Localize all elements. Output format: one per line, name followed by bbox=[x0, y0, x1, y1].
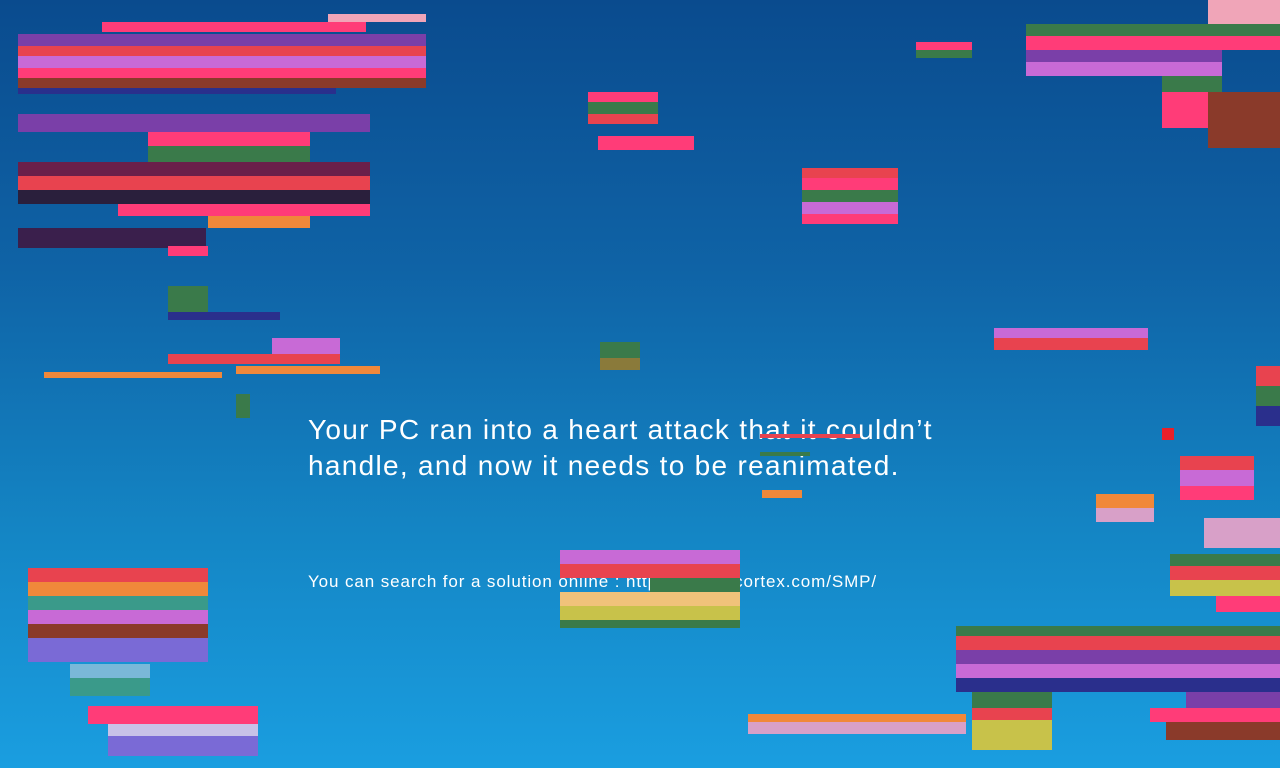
glitch-artifact-headline bbox=[660, 430, 900, 504]
glitch-artifact-top-right bbox=[1026, 0, 1280, 148]
glitch-artifact-right-mid bbox=[994, 328, 1148, 350]
glitch-artifact-center-small bbox=[600, 330, 640, 370]
glitch-artifact-bottom-left-lower bbox=[48, 664, 258, 756]
glitch-artifact-left-mid bbox=[168, 246, 380, 374]
glitch-artifact-center-top bbox=[588, 92, 694, 150]
glitch-artifact-bottom-right bbox=[956, 626, 1280, 750]
glitch-artifact-right-tiny bbox=[1096, 494, 1154, 522]
glitch-artifact-left-small bbox=[236, 394, 250, 418]
glitch-artifact-left-thin bbox=[44, 372, 222, 378]
crash-screen: Your PC ran into a heart attack that it … bbox=[0, 0, 1280, 768]
glitch-artifact-top-left bbox=[18, 14, 426, 94]
glitch-artifact-bottom-mid bbox=[748, 714, 966, 734]
glitch-artifact-right-lower bbox=[1170, 518, 1280, 612]
glitch-artifact-right-edge bbox=[1256, 366, 1280, 426]
glitch-artifact-top-small bbox=[916, 42, 972, 58]
glitch-artifact-bottom-left bbox=[28, 568, 208, 662]
glitch-artifact-center-right bbox=[802, 168, 898, 224]
glitch-artifact-right-small bbox=[1180, 456, 1254, 500]
glitch-artifact-search-line bbox=[560, 550, 740, 628]
glitch-artifact-left-block bbox=[18, 114, 370, 248]
glitch-artifact-small-red bbox=[1162, 428, 1174, 440]
